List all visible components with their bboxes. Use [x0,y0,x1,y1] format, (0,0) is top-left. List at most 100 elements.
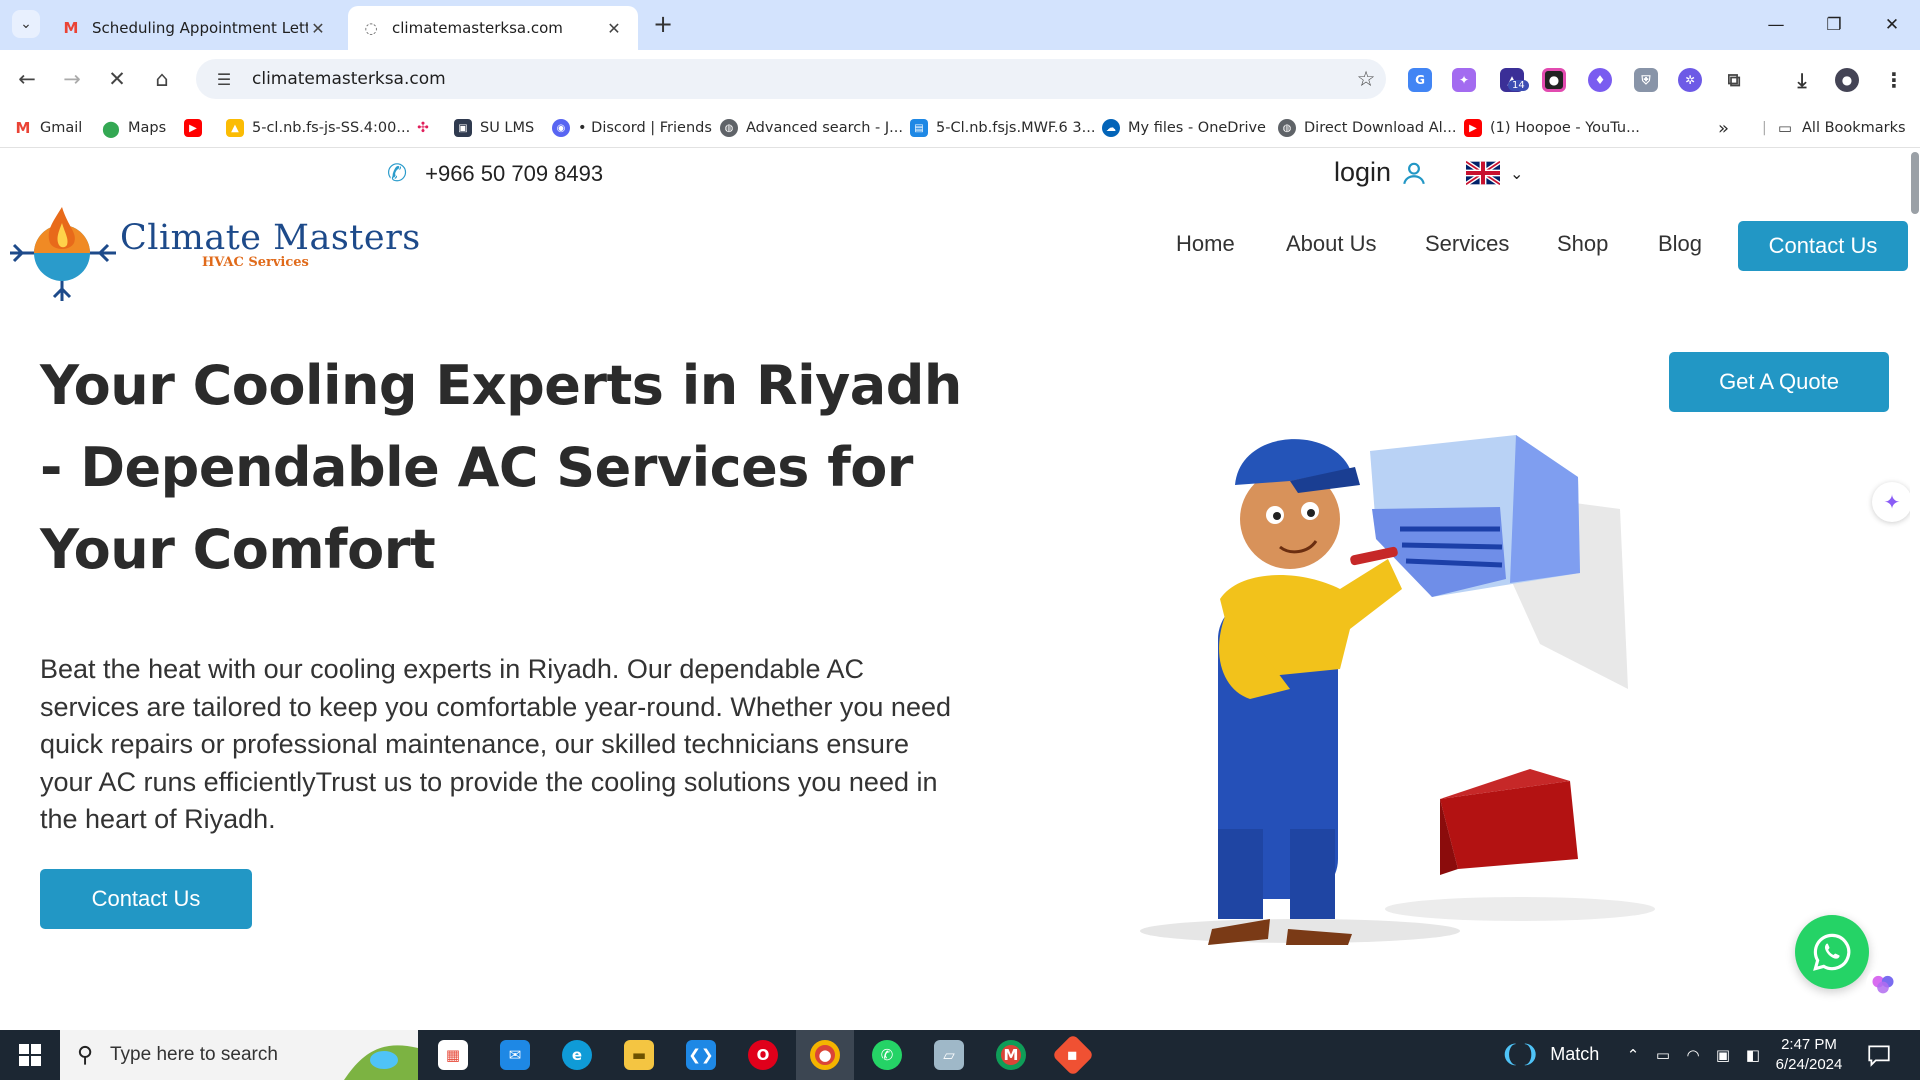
sparkle-assistant-icon[interactable]: ✦ [1872,482,1912,522]
taskbar-file-explorer[interactable]: ▬ [610,1030,668,1080]
taskbar-chrome[interactable]: ● [796,1030,854,1080]
bookmark-gmail[interactable]: M Gmail [14,116,83,140]
address-bar[interactable]: ☰ climatemasterksa.com ☆ [196,59,1386,99]
stop-loading-button[interactable]: ✕ [100,62,134,96]
bookmark-youtube[interactable]: ▶ [184,116,210,140]
site-logo[interactable]: Climate Masters HVAC Services [6,193,420,303]
taskbar-store[interactable]: ▦ [424,1030,482,1080]
mail-icon: ✉ [500,1040,530,1070]
close-window-button[interactable]: ✕ [1864,0,1920,50]
minimize-button[interactable]: — [1748,0,1804,50]
folder-icon: ▭ [1777,119,1793,137]
tab-climatemasters[interactable]: ◌ climatemasterksa.com ✕ [348,6,638,50]
notes-icon: ▱ [934,1040,964,1070]
nav-home[interactable]: Home [1176,231,1235,257]
taskbar-clock[interactable]: 2:47 PM 6/24/2024 [1764,1035,1854,1075]
nav-blog[interactable]: Blog [1658,231,1702,257]
nav-shop[interactable]: Shop [1557,231,1608,257]
brain-extension-icon[interactable]: ✦ [1452,68,1476,92]
bookmark-star-icon[interactable]: ☆ [1346,67,1386,91]
bookmark-su-lms[interactable]: ▣ SU LMS [454,116,534,140]
whatsapp-icon [1813,933,1851,971]
browser-menu-icon[interactable]: ⋮ [1882,68,1906,92]
wifi-icon[interactable]: ◠ [1682,1044,1704,1066]
scrollbar-thumb[interactable] [1911,152,1919,214]
restore-button[interactable]: ❐ [1806,0,1862,50]
taskbar-weather-widget[interactable]: ❨❩ Match [1500,1040,1599,1069]
search-highlight-image [344,1045,418,1080]
forward-button[interactable]: → [55,62,89,96]
taskbar-opera[interactable]: O [734,1030,792,1080]
hero-contact-button[interactable]: Contact Us [40,869,252,929]
taskbar-search[interactable]: ⚲ Type here to search [60,1030,418,1080]
chevron-down-icon: ⌄ [1510,163,1524,183]
profile-avatar[interactable]: ● [1835,68,1859,92]
close-tab-icon[interactable]: ✕ [308,19,328,38]
taskbar-whatsapp[interactable]: ✆ [858,1030,916,1080]
login-link[interactable]: login [1334,157,1427,188]
taskbar-vscode[interactable]: ❮❯ [672,1030,730,1080]
user-icon [1403,162,1425,184]
bookmark-label: • Discord | Friends [578,120,712,136]
new-tab-button[interactable]: + [648,10,678,40]
tab-title: Scheduling Appointment Letter [92,19,308,37]
bookmark-slack[interactable]: ✣ [414,116,440,140]
bookmark-classroom[interactable]: ▤ 5-Cl.nb.fsjs.MWF.6 3... [910,116,1095,140]
windows-taskbar: ⚲ Type here to search ▦ ✉ e ▬ ❮❯ O ● ✆ ▱… [0,1030,1920,1080]
gmail-icon: M [15,119,31,137]
onedrive-icon: ☁ [1102,119,1120,137]
bookmark-onedrive[interactable]: ☁ My files - OneDrive [1102,116,1266,140]
taskbar-git[interactable]: ◆ [1044,1030,1102,1080]
bookmark-direct-download[interactable]: ◍ Direct Download Al... [1278,116,1456,140]
tab-search-button[interactable]: ⌄ [12,10,40,38]
nav-about-us[interactable]: About Us [1286,231,1377,257]
brain-extension-floating-icon[interactable] [1866,967,1900,1001]
show-hidden-icons-chevron-icon[interactable]: ⌃ [1622,1044,1644,1066]
bookmark-drive[interactable]: ▲ 5-cl.nb.fs-js-SS.4:00... [226,116,410,140]
logo-tagline: HVAC Services [202,255,309,270]
chrome-profile-icon: M [996,1040,1026,1070]
discord-icon: ◉ [552,119,570,137]
get-quote-button[interactable]: Get A Quote [1669,352,1889,412]
more-bookmarks-chevron-icon[interactable]: » [1718,116,1729,140]
page-scrollbar[interactable] [1910,149,1920,1029]
bookmark-hoopoe[interactable]: ▶ (1) Hoopoe - YouTu... [1464,116,1640,140]
site-info-icon[interactable]: ☰ [210,70,238,89]
taskbar-mail[interactable]: ✉ [486,1030,544,1080]
vscode-icon: ❮❯ [686,1040,716,1070]
nav-contact-button[interactable]: Contact Us [1738,221,1908,271]
gear-extension-icon[interactable]: ✲ [1678,68,1702,92]
back-button[interactable]: ← [10,62,44,96]
close-tab-icon[interactable]: ✕ [604,19,624,38]
bookmark-advanced-search[interactable]: ◍ Advanced search - J... [720,116,903,140]
volume-icon[interactable]: ◧ [1742,1044,1764,1066]
whatsapp-chat-button[interactable] [1795,915,1869,989]
header-phone[interactable]: ✆ +966 50 709 8493 [387,159,603,188]
flame-extension-icon[interactable]: ♦ [1588,68,1612,92]
camera-icon[interactable]: ▣ [1712,1044,1734,1066]
extensions-puzzle-icon[interactable]: ⧉ [1722,68,1746,92]
classroom-icon: ▤ [910,119,928,137]
home-button[interactable]: ⌂ [145,62,179,96]
nav-services[interactable]: Services [1425,231,1509,257]
logo-brand-name: Climate Masters [120,218,421,258]
bookmark-discord[interactable]: ◉ • Discord | Friends [552,116,712,140]
start-button[interactable] [0,1030,60,1080]
download-icon[interactable]: ⤓ [1790,68,1814,92]
tab-gmail[interactable]: M Scheduling Appointment Letter ✕ [48,6,342,50]
notification-center-icon[interactable] [1866,1042,1892,1068]
shield-extension-icon[interactable]: ⛨ [1634,68,1658,92]
language-selector[interactable]: ⌄ [1466,161,1523,185]
record-extension-icon[interactable]: ● [1542,68,1566,92]
logo-emblem-icon [10,207,116,301]
battery-icon[interactable]: ▭ [1652,1044,1674,1066]
all-bookmarks-button[interactable]: ▭ All Bookmarks [1776,116,1906,140]
google-translate-icon[interactable]: G [1408,68,1432,92]
hero-title: Your Cooling Experts in Riyadh - Dependa… [40,354,962,581]
taskbar-app-notes[interactable]: ▱ [920,1030,978,1080]
url-text: climatemasterksa.com [252,69,446,89]
taskbar-edge[interactable]: e [548,1030,606,1080]
search-icon: ⚲ [76,1042,94,1068]
taskbar-chrome-profile[interactable]: M [982,1030,1040,1080]
bookmark-maps[interactable]: ⬤ Maps [102,116,166,140]
